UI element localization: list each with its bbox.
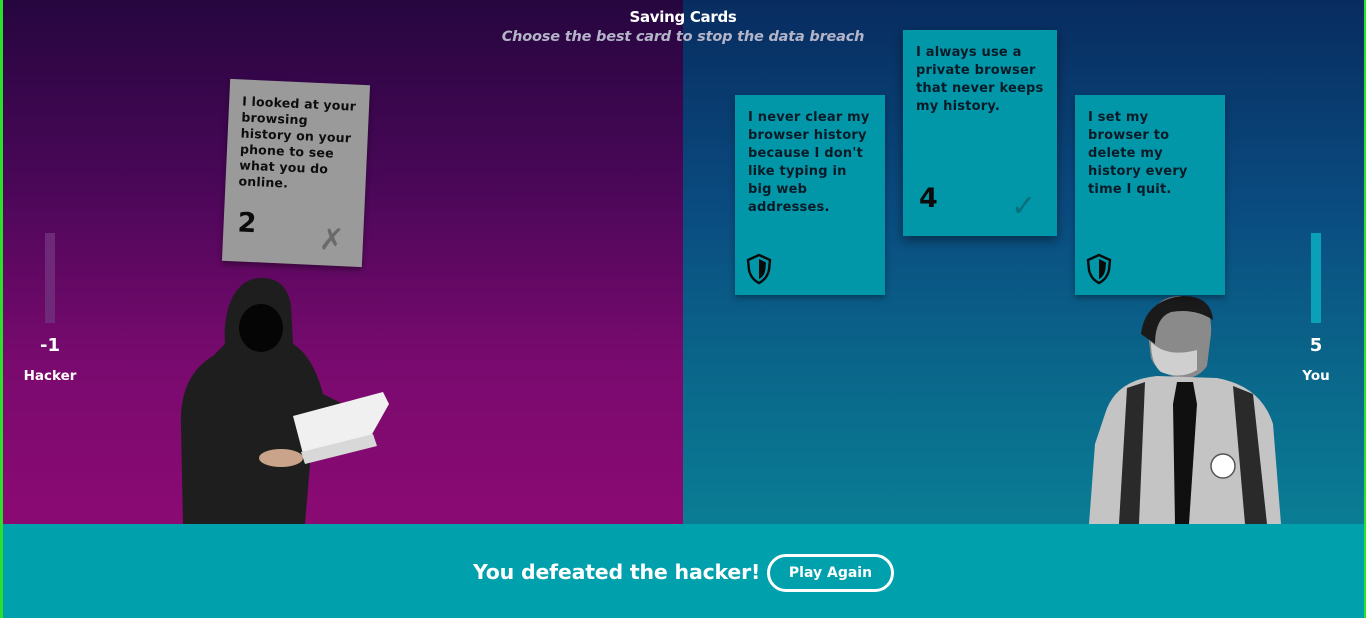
shield-icon	[746, 253, 772, 285]
hacker-meter	[45, 233, 55, 323]
shield-icon	[1086, 253, 1112, 285]
result-footer: You defeated the hacker! Play Again	[3, 524, 1364, 618]
player-score: 5	[1309, 335, 1323, 356]
hacker-figure	[180, 277, 389, 524]
player-card-2[interactable]: I always use a private browser that neve…	[903, 30, 1057, 236]
hacker-score: -1	[40, 335, 60, 356]
hacker-card: I looked at your browsing history on you…	[221, 78, 371, 268]
player-card-1[interactable]: I never clear my browser history because…	[735, 95, 885, 295]
play-again-button[interactable]: Play Again	[767, 554, 894, 592]
cross-icon: ✗	[318, 222, 346, 259]
frame-border-left	[0, 0, 3, 618]
hacker-card-number: 2	[236, 207, 258, 240]
player-card-3-text: I set my browser to delete my history ev…	[1088, 110, 1188, 197]
player-card-2-text: I always use a private browser that neve…	[916, 45, 1044, 114]
player-card-1-text: I never clear my browser history because…	[748, 110, 870, 215]
player-label: You	[1302, 368, 1330, 384]
hacker-label: Hacker	[23, 368, 77, 384]
game-header: Saving Cards Choose the best card to sto…	[0, 8, 1366, 45]
game-stage: -1 Hacker 5 You I looked at your browsin…	[3, 0, 1364, 524]
result-message: You defeated the hacker!	[473, 560, 761, 584]
student-figure	[1089, 295, 1281, 524]
player-meter	[1311, 233, 1321, 323]
page-subtitle: Choose the best card to stop the data br…	[501, 29, 865, 45]
player-card-2-number: 4	[919, 183, 938, 214]
player-card-3[interactable]: I set my browser to delete my history ev…	[1075, 95, 1225, 295]
page-title: Saving Cards	[629, 8, 737, 26]
checkmark-icon: ✓	[1011, 189, 1037, 224]
hacker-card-text: I looked at your browsing history on you…	[238, 93, 357, 191]
